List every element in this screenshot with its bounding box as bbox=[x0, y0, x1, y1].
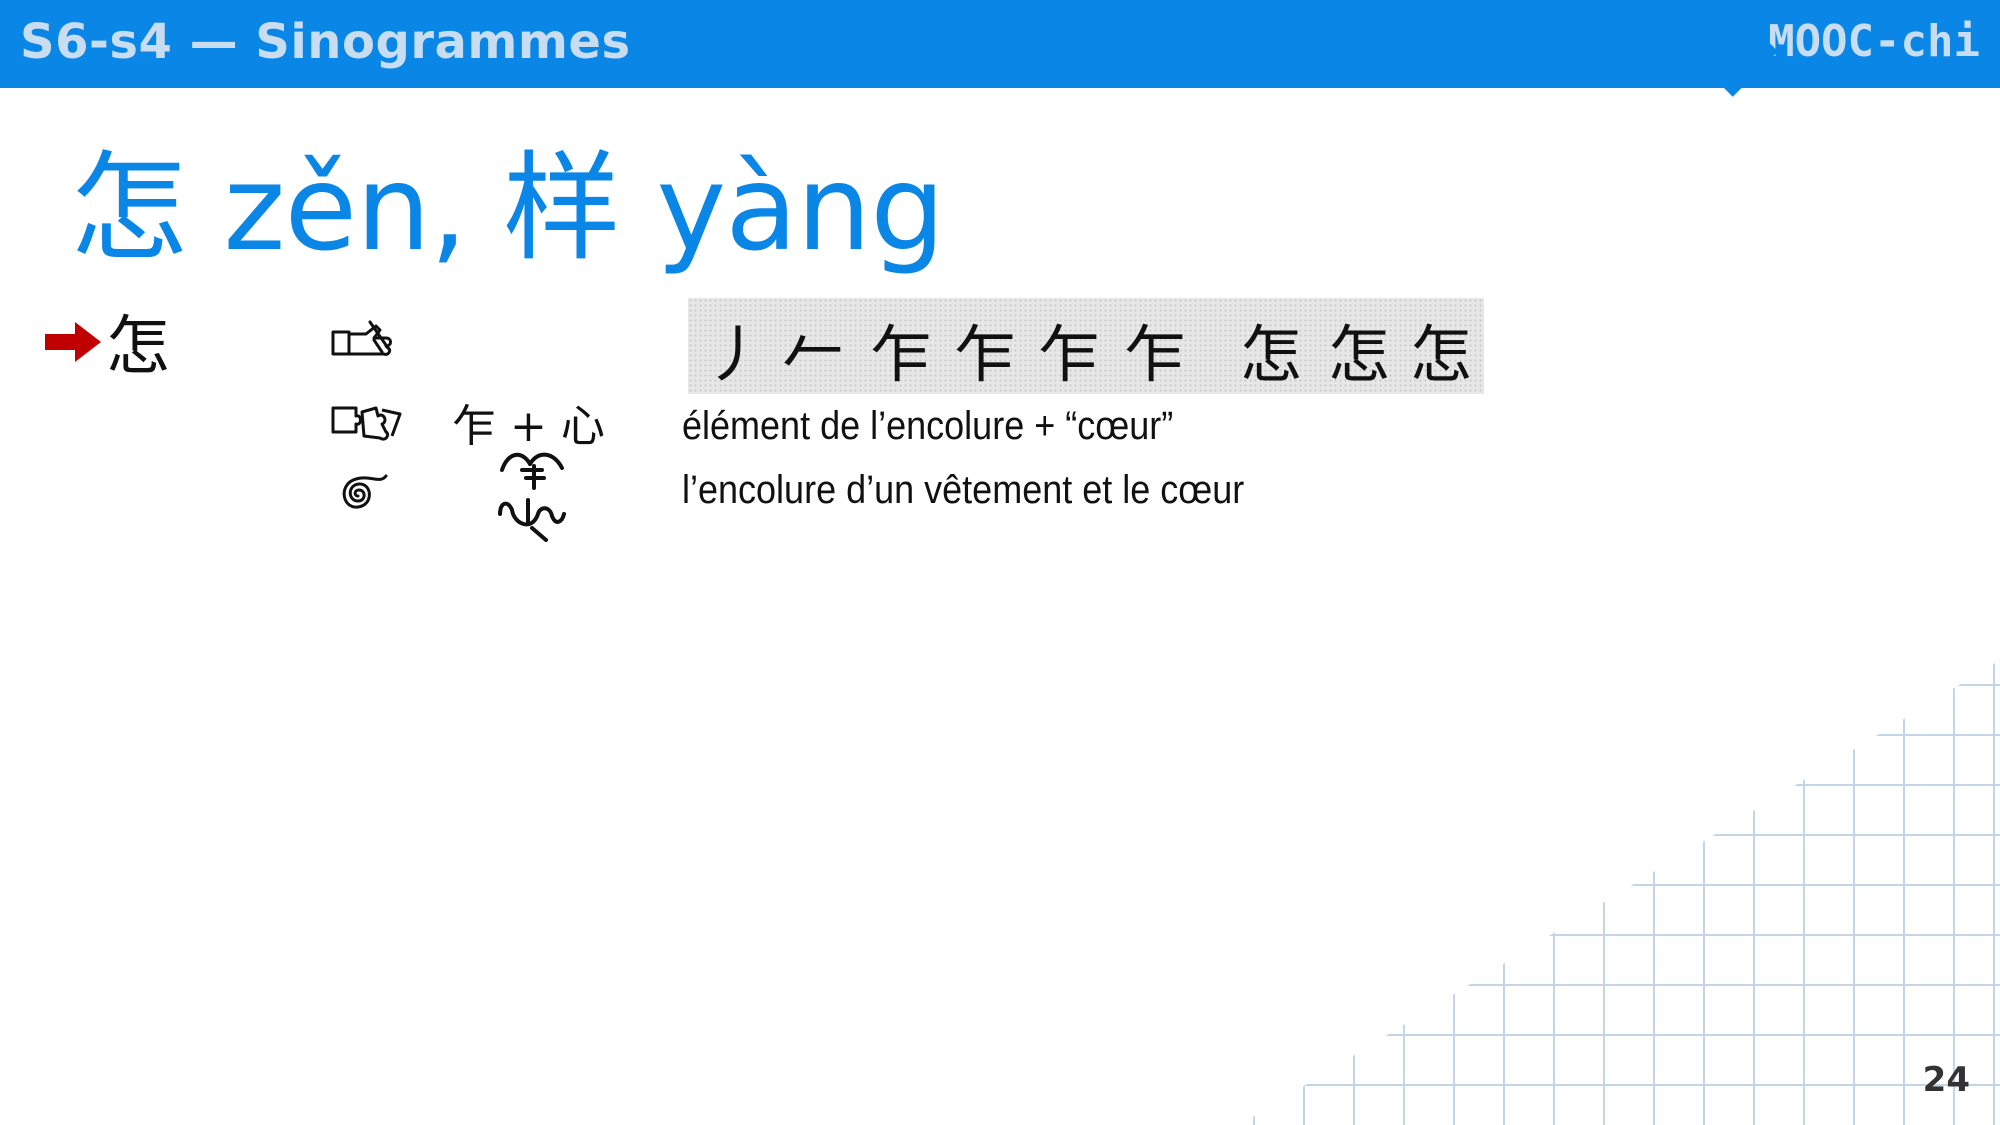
ancient-glyph-icon bbox=[498, 452, 566, 542]
stroke-step: 丿 bbox=[704, 318, 767, 391]
stroke-step: 乍 bbox=[870, 318, 933, 391]
puzzle-pieces-icon bbox=[331, 406, 402, 441]
stroke-step: 乍 bbox=[1124, 318, 1187, 391]
page-number: 24 bbox=[1922, 1060, 1970, 1100]
spiral-icon bbox=[342, 474, 388, 509]
grid-decoration bbox=[1240, 660, 2000, 1125]
slide-title: 怎 zěn, 样 yàng bbox=[70, 139, 945, 277]
stroke-order-strip: 丿 𠂉 乍 乍 乍 乍 怎 怎 怎 bbox=[688, 298, 1484, 394]
stroke-step: 怎 bbox=[1328, 318, 1391, 391]
header-bar: S6-s4 — Sinogrammes MOOC-chi bbox=[0, 0, 2000, 88]
component-meaning: élément de l’encolure + “cœur” bbox=[682, 404, 1174, 448]
stroke-step: 怎 bbox=[1240, 318, 1303, 391]
header-brand: MOOC-chi bbox=[1768, 16, 1980, 67]
etymology-description: l’encolure d’un vêtement et le cœur bbox=[682, 468, 1245, 512]
stroke-step: 乍 bbox=[954, 318, 1017, 391]
stroke-step: 乍 bbox=[1038, 318, 1101, 391]
header-title: S6-s4 — Sinogrammes bbox=[20, 14, 631, 70]
writing-hand-icon bbox=[331, 320, 392, 356]
red-arrow-icon bbox=[45, 322, 101, 362]
main-character: 怎 bbox=[106, 310, 170, 384]
stroke-step: 怎 bbox=[1410, 318, 1473, 391]
stroke-step: 𠂉 bbox=[782, 318, 845, 391]
